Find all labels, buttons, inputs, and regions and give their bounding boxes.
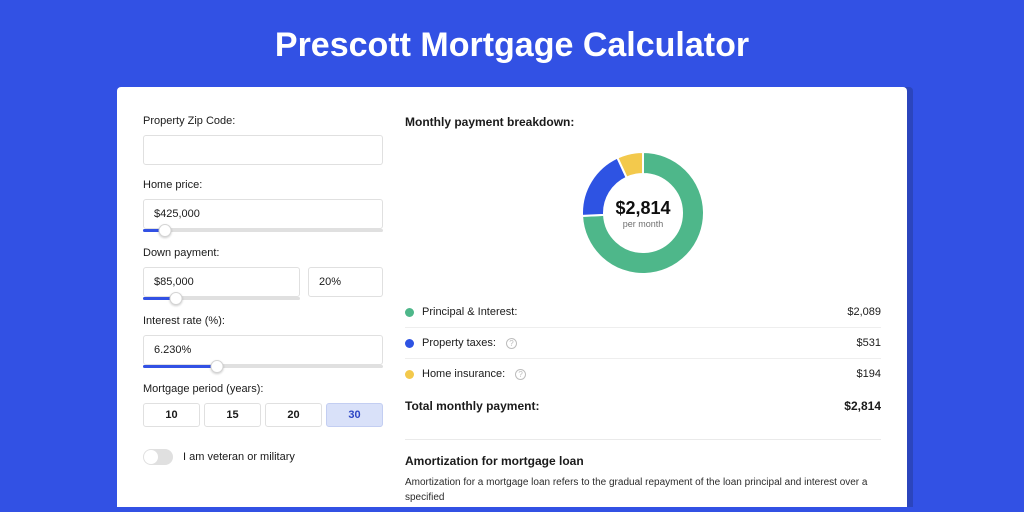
down-payment-slider[interactable]: [143, 297, 300, 301]
period-pill-15[interactable]: 15: [204, 403, 261, 427]
info-icon[interactable]: ?: [506, 338, 517, 349]
period-pill-10[interactable]: 10: [143, 403, 200, 427]
veteran-label: I am veteran or military: [183, 451, 295, 463]
total-row: Total monthly payment: $2,814: [405, 389, 881, 417]
down-payment-percent-input[interactable]: [308, 267, 383, 297]
donut-center: $2,814 per month: [581, 151, 705, 275]
breakdown-amount: $194: [857, 368, 881, 380]
home-price-label: Home price:: [143, 179, 383, 191]
legend-dot: [405, 370, 414, 379]
interest-rate-slider[interactable]: [143, 365, 383, 369]
breakdown-row: Property taxes:? $531: [405, 328, 881, 359]
form-column: Property Zip Code: Home price: Down paym…: [143, 115, 383, 507]
amortization-body: Amortization for a mortgage loan refers …: [405, 476, 881, 505]
home-price-input[interactable]: [143, 199, 383, 229]
amortization-title: Amortization for mortgage loan: [405, 454, 881, 468]
interest-rate-input[interactable]: [143, 335, 383, 365]
zip-label: Property Zip Code:: [143, 115, 383, 127]
home-price-field: Home price:: [143, 179, 383, 233]
breakdown-label: Principal & Interest:: [422, 306, 517, 318]
legend-dot: [405, 308, 414, 317]
legend-dot: [405, 339, 414, 348]
total-label: Total monthly payment:: [405, 399, 539, 413]
veteran-toggle[interactable]: [143, 449, 173, 465]
zip-field: Property Zip Code:: [143, 115, 383, 165]
donut-amount: $2,814: [615, 198, 670, 219]
breakdown-title: Monthly payment breakdown:: [405, 115, 881, 129]
zip-input[interactable]: [143, 135, 383, 165]
veteran-row: I am veteran or military: [143, 449, 383, 465]
donut-area: $2,814 per month: [405, 133, 881, 297]
breakdown-amount: $2,089: [847, 306, 881, 318]
slider-thumb[interactable]: [211, 360, 224, 373]
breakdown-row: Principal & Interest: $2,089: [405, 297, 881, 328]
breakdown-amount: $531: [857, 337, 881, 349]
mortgage-period-label: Mortgage period (years):: [143, 383, 383, 395]
down-payment-label: Down payment:: [143, 247, 383, 259]
period-pill-20[interactable]: 20: [265, 403, 322, 427]
interest-rate-field: Interest rate (%):: [143, 315, 383, 369]
total-amount: $2,814: [844, 399, 881, 413]
down-payment-field: Down payment:: [143, 247, 383, 301]
breakdown-label: Home insurance:: [422, 368, 505, 380]
breakdown-row: Home insurance:? $194: [405, 359, 881, 389]
period-pill-30[interactable]: 30: [326, 403, 383, 427]
slider-thumb[interactable]: [158, 224, 171, 237]
donut-chart: $2,814 per month: [581, 151, 705, 275]
mortgage-period-field: Mortgage period (years): 10152030: [143, 383, 383, 427]
breakdown-label: Property taxes:: [422, 337, 496, 349]
down-payment-amount-input[interactable]: [143, 267, 300, 297]
calculator-card: Property Zip Code: Home price: Down paym…: [117, 87, 907, 507]
home-price-slider[interactable]: [143, 229, 383, 233]
donut-sub: per month: [623, 219, 664, 229]
info-icon[interactable]: ?: [515, 369, 526, 380]
amortization-section: Amortization for mortgage loan Amortizat…: [405, 439, 881, 505]
interest-rate-label: Interest rate (%):: [143, 315, 383, 327]
page-title: Prescott Mortgage Calculator: [0, 0, 1024, 87]
slider-thumb[interactable]: [169, 292, 182, 305]
breakdown-column: Monthly payment breakdown: $2,814 per mo…: [405, 115, 881, 507]
